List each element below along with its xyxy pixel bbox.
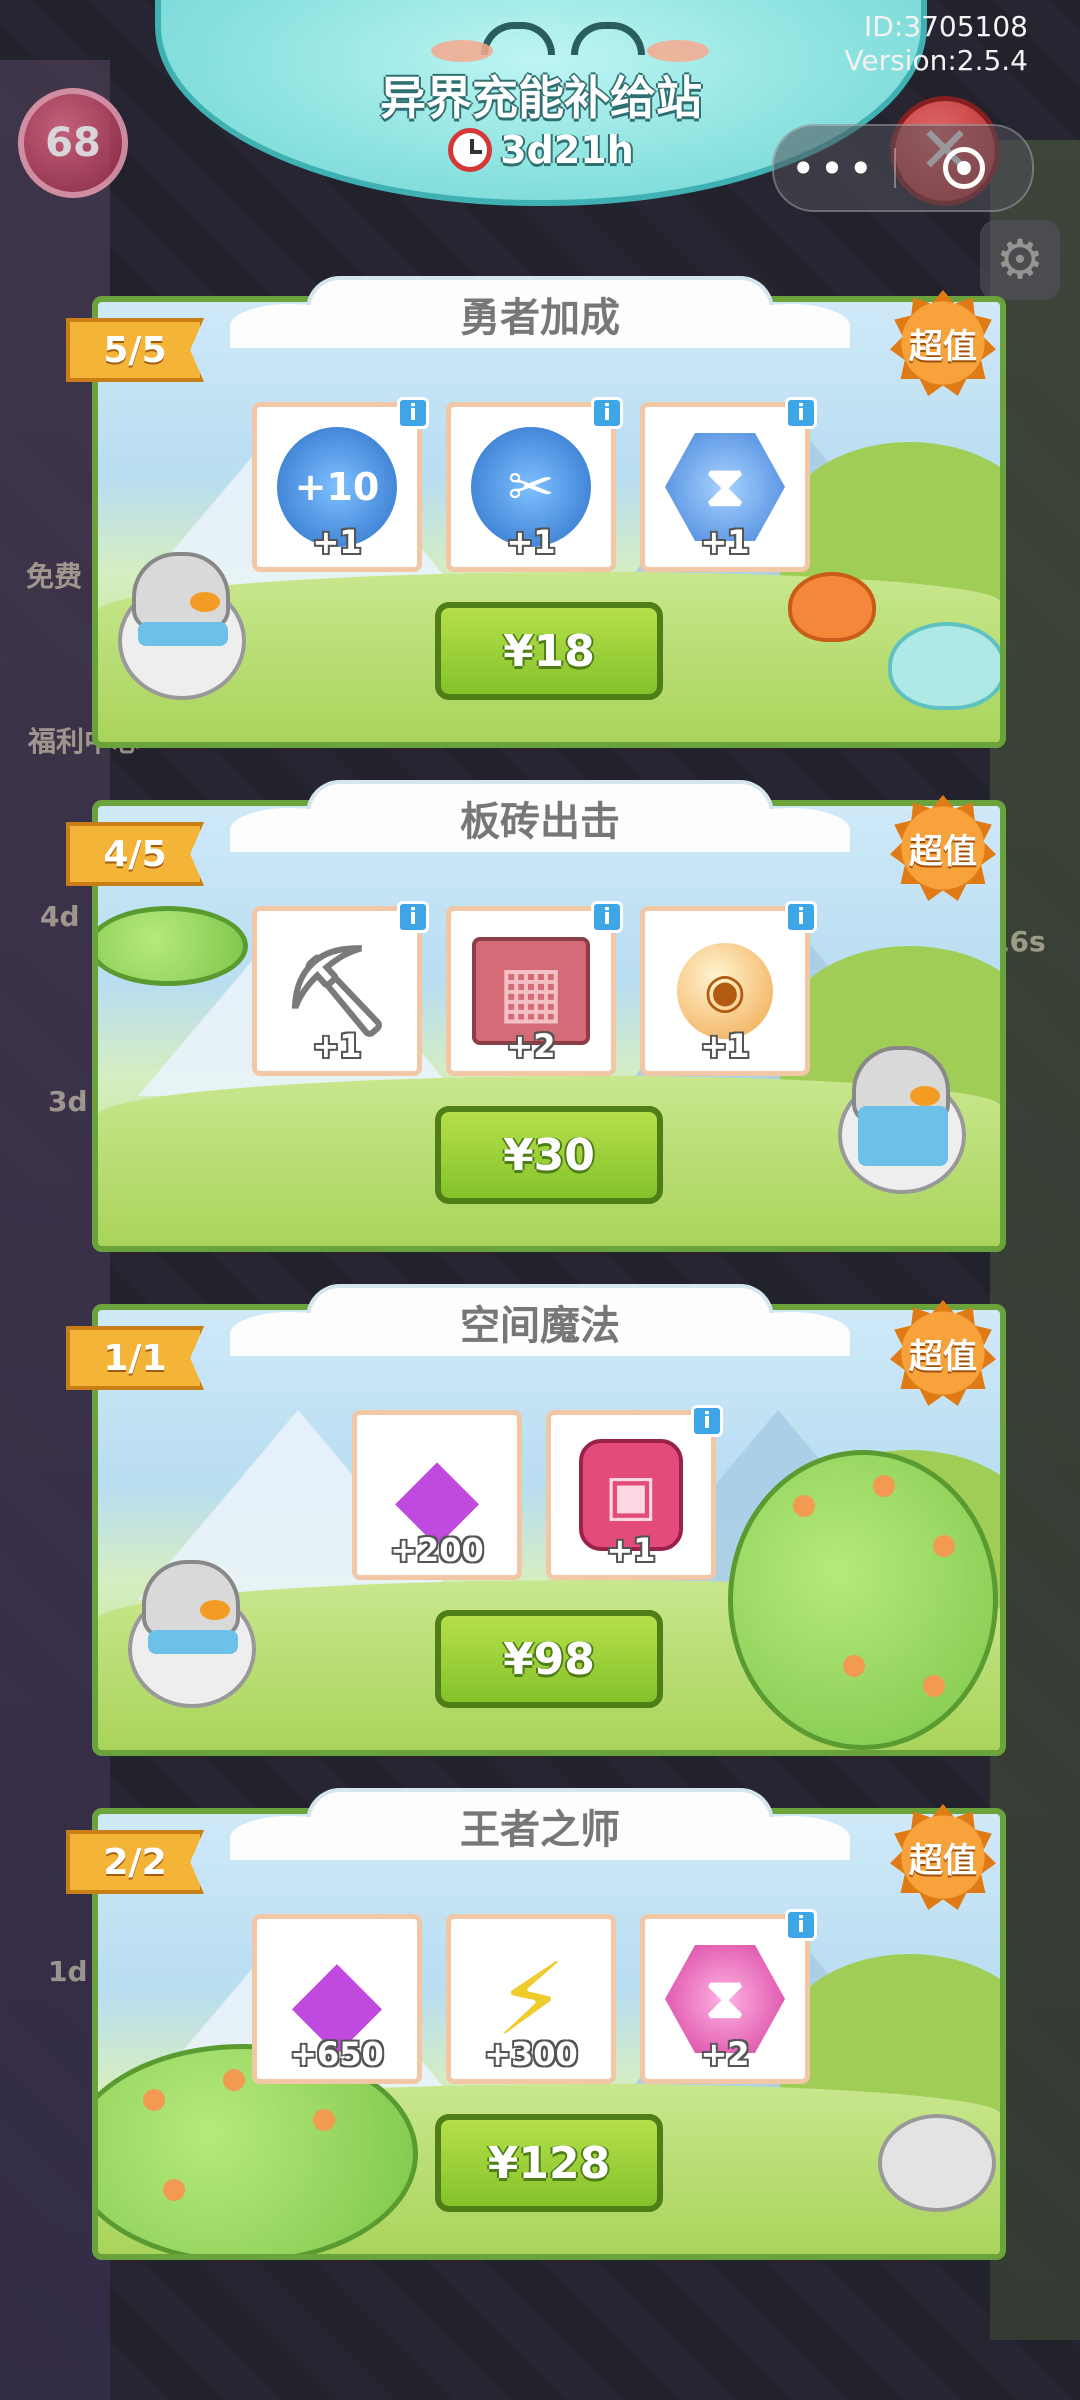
item-slot[interactable]: ⧗ +2 i [640, 1909, 817, 2084]
knight-goose-mascot [818, 1046, 978, 1196]
player-level-badge: 68 [18, 88, 128, 198]
item-quantity: +650 [290, 2035, 384, 2073]
info-icon[interactable]: i [591, 901, 623, 933]
pack-title-cloud: 空间魔法 [230, 1284, 850, 1356]
pack-title-cloud: 板砖出击 [230, 780, 850, 852]
orange-slime-mascot [788, 572, 876, 642]
slime-cheek-right [647, 40, 709, 62]
item-slot[interactable]: ▣ +1 i [546, 1405, 723, 1580]
timer-label-1d: 1d [48, 1955, 88, 1988]
item-quantity: +2 [700, 2035, 750, 2073]
info-icon[interactable]: i [591, 397, 623, 429]
crystal-ball-icon: ◉ [677, 943, 773, 1039]
item-slot[interactable]: ⚡ +300 [446, 1914, 616, 2084]
timer-label-3d: 3d [48, 1085, 88, 1118]
pack-title: 勇者加成 [460, 295, 620, 341]
slime-cheek-left [431, 40, 493, 62]
knight-helmet-mascot [878, 2114, 996, 2212]
item-quantity: +1 [312, 1027, 362, 1065]
purchase-limit-ribbon: 4/5 [66, 822, 204, 886]
pack-title-cloud: 王者之师 [230, 1788, 850, 1860]
purchase-limit-ribbon: 1/1 [66, 1326, 204, 1390]
item-quantity: +1 [506, 523, 556, 561]
item-quantity: +1 [606, 1531, 656, 1569]
pack-title: 空间魔法 [460, 1303, 620, 1349]
info-icon[interactable]: i [397, 901, 429, 933]
exit-mini-program-button[interactable] [896, 126, 1032, 210]
user-id: ID:3705108 [864, 10, 1028, 43]
green-dragon-mascot [98, 906, 248, 986]
version-text: Version:2.5.4 [844, 44, 1028, 77]
clock-icon [448, 128, 493, 172]
item-quantity: +1 [700, 1027, 750, 1065]
info-icon[interactable]: i [397, 397, 429, 429]
target-circle-icon [943, 147, 985, 189]
item-quantity: +300 [484, 2035, 578, 2073]
pack-card-brick-attack: ⛏ +1 i ▦ +2 i ◉ +1 i ¥30 [92, 800, 1006, 1252]
more-options-button[interactable]: ••• [774, 126, 894, 210]
pack-items: +10 +1 i ✂ +1 i ⧗ +1 i [252, 397, 817, 572]
purchase-limit-ribbon: 5/5 [66, 318, 204, 382]
purchase-limit-ribbon: 2/2 [66, 1830, 204, 1894]
item-quantity: +1 [312, 523, 362, 561]
pack-title-cloud: 勇者加成 [230, 276, 850, 348]
info-icon[interactable]: i [691, 1405, 723, 1437]
pack-title: 王者之师 [460, 1807, 620, 1853]
item-quantity: +2 [506, 1027, 556, 1065]
green-dragon-mascot [728, 1450, 998, 1750]
item-slot[interactable]: +10 +1 i [252, 397, 429, 572]
buy-button[interactable]: ¥30 [435, 1106, 663, 1204]
mini-program-capsule: ••• [772, 124, 1034, 212]
info-icon[interactable]: i [785, 901, 817, 933]
item-quantity: +200 [390, 1531, 484, 1569]
free-label: 免费 [26, 560, 83, 593]
item-slot[interactable]: ◆ +200 [352, 1410, 522, 1580]
pack-items: ◆ +650 ⚡ +300 ⧗ +2 i [252, 1909, 817, 2084]
item-slot[interactable]: ✂ +1 i [446, 397, 623, 572]
countdown-text: 3d21h [500, 128, 634, 172]
buy-button[interactable]: ¥128 [435, 2114, 663, 2212]
item-slot[interactable]: ▦ +2 i [446, 901, 623, 1076]
pack-card-hero-bonus: +10 +1 i ✂ +1 i ⧗ +1 i ¥18 [92, 296, 1006, 748]
buy-button[interactable]: ¥98 [435, 1610, 663, 1708]
pack-title: 板砖出击 [460, 799, 620, 845]
item-quantity: +1 [700, 523, 750, 561]
blue-slime-mascot [888, 622, 1000, 710]
timer-label-4d: 4d [40, 900, 80, 933]
item-slot[interactable]: ⧗ +1 i [640, 397, 817, 572]
info-icon[interactable]: i [785, 1909, 817, 1941]
gear-icon: ⚙ [980, 220, 1060, 300]
info-icon[interactable]: i [785, 397, 817, 429]
knight-goose-mascot [98, 552, 258, 702]
pack-card-king-army: ◆ +650 ⚡ +300 ⧗ +2 i ¥128 [92, 1808, 1006, 2260]
item-slot[interactable]: ◆ +650 [252, 1914, 422, 2084]
pack-items: ⛏ +1 i ▦ +2 i ◉ +1 i [252, 901, 817, 1076]
slime-eye-right [571, 22, 645, 55]
item-slot[interactable]: ◉ +1 i [640, 901, 817, 1076]
build-info: ID:3705108 Version:2.5.4 [844, 10, 1028, 78]
item-slot[interactable]: ⛏ +1 i [252, 901, 429, 1076]
knight-goose-mascot [108, 1560, 268, 1710]
page-title: 异界充能补给站 [380, 71, 702, 125]
buy-button[interactable]: ¥18 [435, 602, 663, 700]
pack-items: ◆ +200 ▣ +1 i [352, 1405, 723, 1580]
pack-card-space-magic: ◆ +200 ▣ +1 i ¥98 [92, 1304, 1006, 1756]
